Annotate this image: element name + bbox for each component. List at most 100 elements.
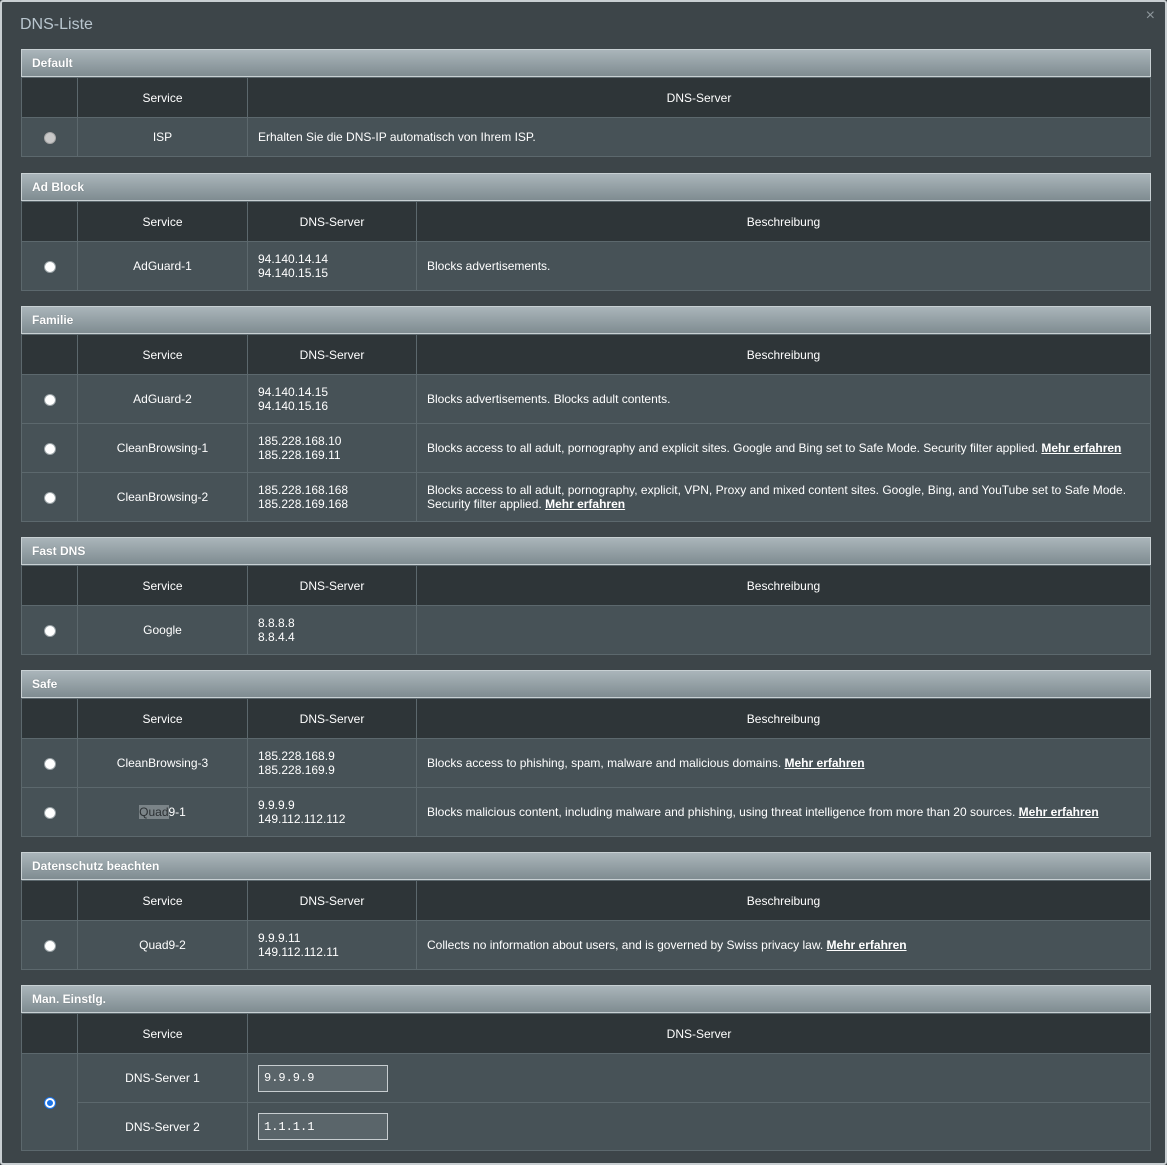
service-column-header: Service [77,565,248,606]
radio-cleanbrowsing-2[interactable] [43,491,56,504]
radio-adguard-2[interactable] [43,393,56,406]
table-row: AdGuard-2 94.140.14.15 94.140.15.16 Block… [21,374,1151,424]
radio-manual[interactable] [43,1096,56,1109]
description: Collects no information about users, and… [416,920,1151,970]
section-title: Fast DNS [21,537,1151,565]
radio-cleanbrowsing-3[interactable] [43,757,56,770]
learn-more-link[interactable]: Mehr erfahren [545,497,625,511]
dns-ip-primary: 185.228.168.10 [258,434,342,448]
description: Blocks advertisements. [416,241,1151,291]
dns-table: Service DNS-Server Beschreibung AdGuard-… [21,201,1151,291]
radio-cleanbrowsing-1[interactable] [43,442,56,455]
table-row: Quad9-1 9.9.9.9 149.112.112.112 Blocks ma… [21,787,1151,837]
radio-cell [21,738,78,788]
dns-ips: 94.140.14.14 94.140.15.15 [247,241,417,291]
dns-ip-primary: 9.9.9.11 [258,931,301,945]
radio-column-header [21,1013,78,1054]
dns-server-2-input[interactable] [258,1113,388,1140]
service-column-header: Service [77,77,248,118]
radio-quad9-2[interactable] [43,939,56,952]
table-row: CleanBrowsing-3 185.228.168.9 185.228.169… [21,738,1151,788]
service-name: CleanBrowsing-3 [77,738,248,788]
dns-ip-secondary: 94.140.15.16 [258,399,329,413]
description: Blocks access to phishing, spam, malware… [416,738,1151,788]
description [416,605,1151,655]
dns-table: Service DNS-Server ISP Erhalten Sie die … [21,77,1151,157]
dialog-title: DNS-Liste [20,16,93,33]
dns-ips: 185.228.168.10 185.228.169.11 [247,423,417,473]
description-text: Blocks access to all adult, pornography,… [427,483,1127,511]
radio-cell [21,605,78,655]
description: Blocks access to all adult, pornography,… [416,472,1151,522]
highlighted-text: Quad [139,805,169,819]
learn-more-link[interactable]: Mehr erfahren [1019,805,1099,819]
table-row: Google 8.8.8.8 8.8.4.4 [21,605,1151,655]
section-title: Datenschutz beachten [21,852,1151,880]
dns-ips: 9.9.9.11 149.112.112.11 [247,920,417,970]
service-column-header: Service [77,698,248,739]
close-icon[interactable]: × [1146,8,1155,24]
dns-server-column-header: DNS-Server [247,201,417,242]
dns-table: Service DNS-Server Beschreibung CleanBro… [21,698,1151,837]
description: Blocks access to all adult, pornography … [416,423,1151,473]
radio-adguard-1[interactable] [43,260,56,273]
description-column-header: Beschreibung [416,334,1151,375]
dns-ip-primary: 94.140.14.15 [258,385,329,399]
service-name: Quad9-2 [77,920,248,970]
section-familie: Familie Service DNS-Server Beschreibung … [21,306,1151,522]
section-privacy: Datenschutz beachten Service DNS-Server … [21,852,1151,970]
section-title: Ad Block [21,173,1151,201]
description-column-header: Beschreibung [416,698,1151,739]
radio-cell [21,1053,78,1151]
section-title: Man. Einstlg. [21,985,1151,1013]
dns-ip-primary: 9.9.9.9 [258,798,295,812]
section-fast-dns: Fast DNS Service DNS-Server Beschreibung… [21,537,1151,655]
dns-server-column-header: DNS-Server [247,880,417,921]
section-title: Familie [21,306,1151,334]
dns-server-column-header: DNS-Server [247,334,417,375]
dns-ip-secondary: 185.228.169.168 [258,497,349,511]
learn-more-link[interactable]: Mehr erfahren [785,756,865,770]
service-column-header: Service [77,880,248,921]
description-column-header: Beschreibung [416,880,1151,921]
service-name: CleanBrowsing-1 [77,423,248,473]
section-safe: Safe Service DNS-Server Beschreibung Cle… [21,670,1151,837]
radio-column-header [21,334,78,375]
dns-ip-secondary: 185.228.169.11 [258,448,341,462]
radio-quad9-1[interactable] [43,806,56,819]
learn-more-link[interactable]: Mehr erfahren [1041,441,1121,455]
dns-ips: 94.140.14.15 94.140.15.16 [247,374,417,424]
dns-ips: 8.8.8.8 8.8.4.4 [247,605,417,655]
service-name-rest: 9-1 [168,805,186,819]
table-row: DNS-Server 1 [21,1053,1151,1151]
description: Blocks advertisements. Blocks adult cont… [416,374,1151,424]
dns-ip-primary: 8.8.8.8 [258,616,295,630]
section-manual: Man. Einstlg. Service DNS-Server DNS-Ser… [21,985,1151,1151]
radio-google[interactable] [43,624,56,637]
dns-ip-secondary: 94.140.15.15 [258,266,329,280]
dns-ip-primary: 185.228.168.168 [258,483,349,497]
radio-cell [21,787,78,837]
dns-ips: 185.228.168.9 185.228.169.9 [247,738,417,788]
service-name: ISP [77,117,248,157]
dns-server-1-input[interactable] [258,1064,388,1092]
description-column-header: Beschreibung [416,201,1151,242]
table-row: Quad9-2 9.9.9.11 149.112.112.11 Collects … [21,920,1151,970]
dns-description: Erhalten Sie die DNS-IP automatisch von … [247,117,1151,157]
service-name: Google [77,605,248,655]
description-text: Blocks access to phishing, spam, malware… [427,756,782,770]
dns-table: Service DNS-Server Beschreibung Google 8… [21,565,1151,655]
section-title: Default [21,49,1151,77]
radio-column-header [21,565,78,606]
radio-isp[interactable] [43,131,56,144]
dns-ip-secondary: 185.228.169.9 [258,763,335,777]
dns-input-cell [247,1053,1151,1103]
radio-cell [21,920,78,970]
dns-server-column-header: DNS-Server [247,565,417,606]
learn-more-link[interactable]: Mehr erfahren [827,938,907,952]
section-title: Safe [21,670,1151,698]
dns-server-column-header: DNS-Server [247,77,1151,118]
service-column-header: Service [77,1013,248,1054]
dns-ip-primary: 185.228.168.9 [258,749,335,763]
dns-table: Service DNS-Server Beschreibung AdGuard-… [21,334,1151,522]
